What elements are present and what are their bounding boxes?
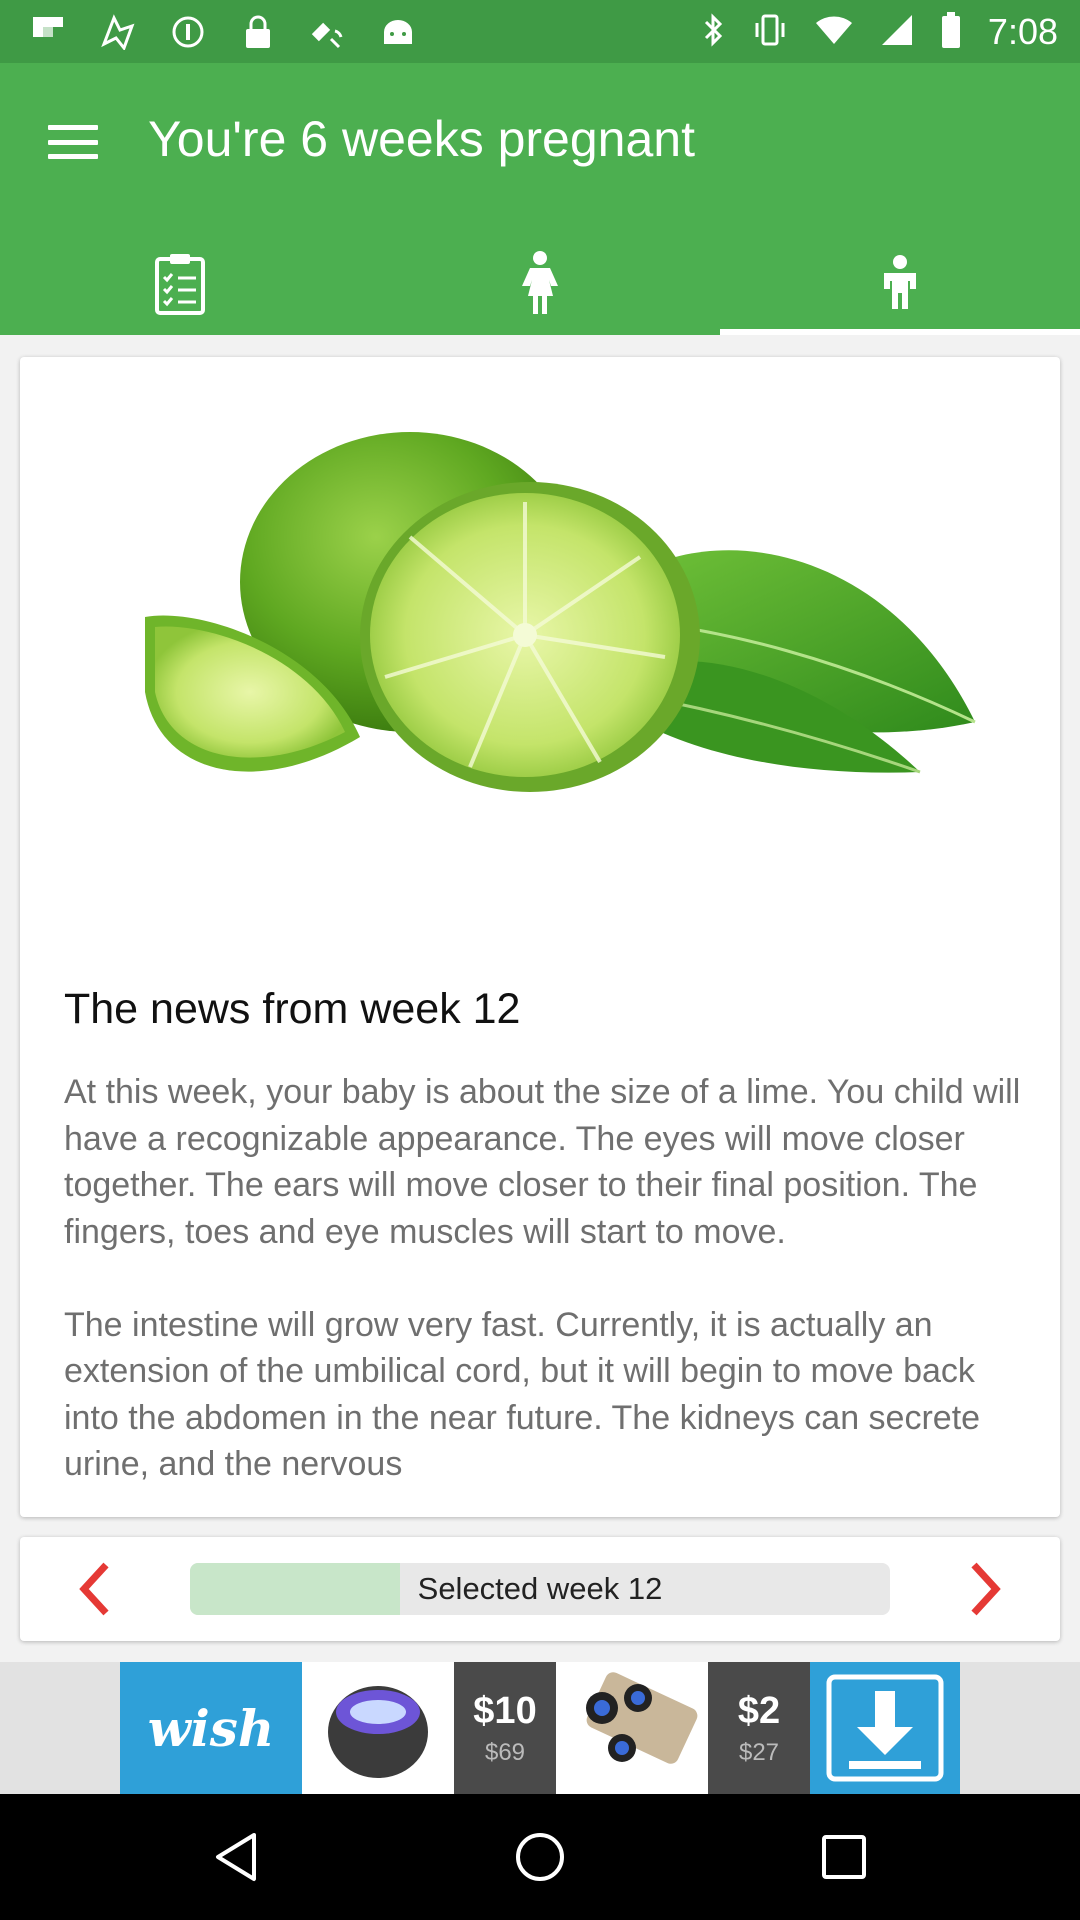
- ad-price-tag-2: $2 $27: [708, 1662, 810, 1794]
- recents-button[interactable]: [818, 1831, 870, 1883]
- vibrate-icon: [752, 13, 788, 52]
- selected-week-label: Selected week 12: [417, 1571, 663, 1606]
- tab-woman[interactable]: [360, 231, 720, 335]
- home-circle-icon: [516, 1833, 564, 1881]
- wish-logo: wish: [147, 1698, 275, 1758]
- ad-area: wish $10 $69 $2 $27: [0, 1662, 1080, 1794]
- fake-gps-icon: [308, 12, 348, 52]
- lime-image: [145, 432, 976, 792]
- article-card: The news from week 12 At this week, your…: [20, 357, 1060, 1517]
- ad-speaker-image: [302, 1662, 454, 1794]
- tab-bar: [0, 231, 1080, 335]
- ad-download-button[interactable]: [810, 1662, 960, 1794]
- home-button[interactable]: [514, 1831, 566, 1883]
- week-selector: Selected week 12: [20, 1537, 1060, 1641]
- tab-checklist[interactable]: [0, 231, 360, 335]
- hamburger-menu-icon[interactable]: [48, 117, 98, 167]
- battery-icon: [940, 11, 962, 54]
- maps-icon: [98, 12, 138, 52]
- signal-icon: [880, 13, 914, 52]
- ad-price-2-current: $2: [737, 1689, 781, 1732]
- lock-icon: [238, 12, 278, 52]
- page-title: You're 6 weeks pregnant: [148, 111, 695, 167]
- recents-square-icon: [822, 1835, 866, 1879]
- status-clock: 7:08: [987, 11, 1058, 52]
- bluetooth-icon: [702, 12, 726, 53]
- woman-icon: [522, 251, 558, 314]
- system-navigation-bar: [0, 1794, 1080, 1920]
- week-progress-bar[interactable]: Selected week 12: [190, 1563, 890, 1615]
- app-bar: You're 6 weeks pregnant: [0, 63, 1080, 335]
- child-icon: [884, 255, 916, 309]
- flipboard-icon: [28, 12, 68, 52]
- ad-banner[interactable]: wish $10 $69 $2 $27: [120, 1662, 960, 1794]
- status-notification-icons: [28, 12, 418, 52]
- checklist-icon: [155, 254, 205, 315]
- back-button[interactable]: [210, 1831, 262, 1883]
- ad-price-tag-1: $10 $69: [454, 1662, 556, 1794]
- download-icon: [826, 1674, 944, 1782]
- ad-price-1-original: $69: [484, 1738, 526, 1766]
- status-system-icons: 7:08: [702, 6, 1058, 58]
- next-week-button[interactable]: [956, 1559, 1016, 1619]
- ad-lens-kit-image: [556, 1662, 708, 1794]
- ad-price-2-original: $27: [738, 1738, 780, 1766]
- chevron-right-icon: [971, 1562, 1001, 1616]
- data-saver-icon: [168, 12, 208, 52]
- chevron-left-icon: [79, 1562, 109, 1616]
- android-icon: [378, 12, 418, 52]
- status-bar: 7:08: [0, 0, 1080, 63]
- previous-week-button[interactable]: [64, 1559, 124, 1619]
- article-body: At this week, your baby is about the siz…: [64, 1073, 1021, 1483]
- tab-child[interactable]: [720, 231, 1080, 335]
- back-triangle-icon: [216, 1833, 256, 1881]
- ad-price-1-current: $10: [473, 1689, 537, 1732]
- article-title: The news from week 12: [64, 985, 521, 1033]
- wifi-icon: [814, 14, 854, 51]
